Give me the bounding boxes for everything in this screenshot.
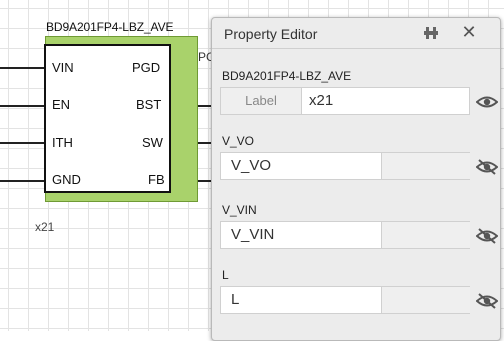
pin-fb-label: FB xyxy=(148,172,165,187)
wire-vin[interactable] xyxy=(0,67,45,69)
eye-slash-icon[interactable] xyxy=(475,228,499,244)
label-row: Label x21 xyxy=(220,87,470,115)
property-row-vvin: V_VIN xyxy=(220,221,470,249)
component-name: BD9A201FP4-LBZ_AVE xyxy=(46,20,174,34)
pin-ith-label: ITH xyxy=(52,135,73,150)
close-icon[interactable]: ✕ xyxy=(459,22,479,42)
pin-sw-label: SW xyxy=(142,135,163,150)
property-input-vvin[interactable]: V_VIN xyxy=(231,222,274,248)
property-input-l[interactable]: L xyxy=(231,287,239,313)
pin-bst-label: BST xyxy=(136,97,162,112)
component-ref: x21 xyxy=(35,220,55,234)
eye-slash-icon[interactable] xyxy=(475,159,499,175)
pin-icon[interactable] xyxy=(422,25,440,41)
pin-gnd-label: GND xyxy=(52,172,81,187)
panel-header[interactable]: Property Editor ✕ xyxy=(212,18,500,49)
pin-en-label: EN xyxy=(52,97,71,112)
wire-gnd[interactable] xyxy=(0,180,45,182)
pin-vin-label: VIN xyxy=(52,60,74,75)
eye-slash-icon[interactable] xyxy=(475,293,499,309)
label-tag: Label xyxy=(221,88,302,114)
pin-pgd-label: PGD xyxy=(132,60,161,75)
wire-en[interactable] xyxy=(0,105,45,107)
property-extra-vvin[interactable] xyxy=(381,222,470,248)
component-title-label: BD9A201FP4-LBZ_AVE xyxy=(222,69,352,83)
property-label-vvin: V_VIN xyxy=(222,203,257,217)
property-row-l: L xyxy=(220,286,470,314)
property-label-vvo: V_VO xyxy=(222,134,255,148)
eye-icon[interactable] xyxy=(475,94,499,110)
property-label-l: L xyxy=(222,268,229,282)
property-extra-l[interactable] xyxy=(381,287,470,313)
property-extra-vvo[interactable] xyxy=(381,153,470,179)
label-input[interactable]: x21 xyxy=(309,88,333,114)
wire-ith[interactable] xyxy=(0,142,45,144)
property-input-vvo[interactable]: V_VO xyxy=(231,153,271,179)
property-editor-panel: Property Editor ✕ BD9A201FP4-LBZ_AVE Lab… xyxy=(211,17,501,341)
property-row-vvo: V_VO xyxy=(220,152,470,180)
panel-title: Property Editor xyxy=(224,26,318,42)
